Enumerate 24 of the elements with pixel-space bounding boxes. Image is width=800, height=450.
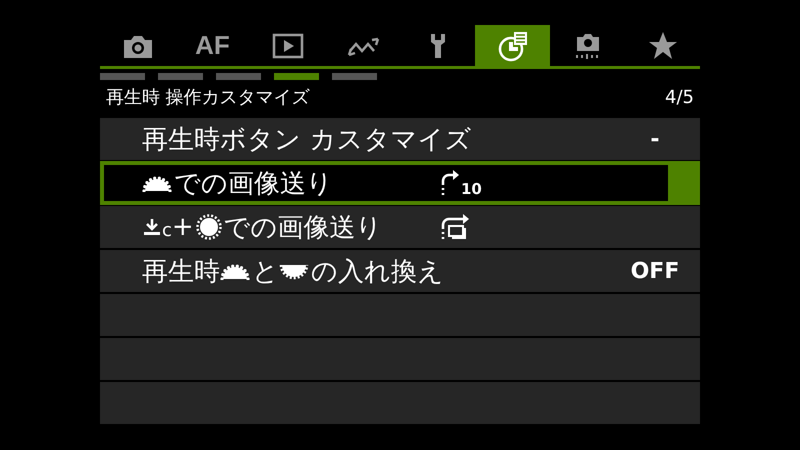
menu-row[interactable]: c+ での画像送り: [100, 206, 700, 248]
label-text: 再生時: [142, 256, 220, 288]
menu-row[interactable]: 再生時ボタン カスタマイズ -: [100, 118, 700, 160]
label-text: の入れ換え: [311, 256, 444, 288]
tab[interactable]: [475, 25, 550, 66]
jump-count: 10: [461, 180, 482, 198]
main-dial-icon: [142, 174, 172, 192]
label-text: 再生時ボタン カスタマイズ: [142, 124, 472, 156]
setting-value: OFF: [630, 258, 680, 284]
jump-arrow-icon: [440, 168, 460, 198]
menu-title: 再生時 操作カスタマイズ: [106, 86, 310, 109]
label-text: +: [172, 212, 194, 242]
label-text: c: [162, 220, 172, 240]
setting-value: -: [649, 126, 661, 152]
menu-row[interactable]: での画像送り 10: [100, 161, 700, 205]
main-dial-icon: [220, 262, 250, 280]
quick-dial-icon: [196, 214, 222, 240]
label-text: と: [252, 256, 279, 288]
label-text: での画像送り: [224, 212, 383, 244]
label-text: での画像送り: [174, 168, 333, 200]
page-number: 4/5: [665, 86, 694, 108]
tab[interactable]: AF: [175, 25, 250, 66]
quick-dial-icon: [279, 262, 309, 280]
menu-row[interactable]: 再生時 と の入れ換え OFF: [100, 250, 700, 292]
